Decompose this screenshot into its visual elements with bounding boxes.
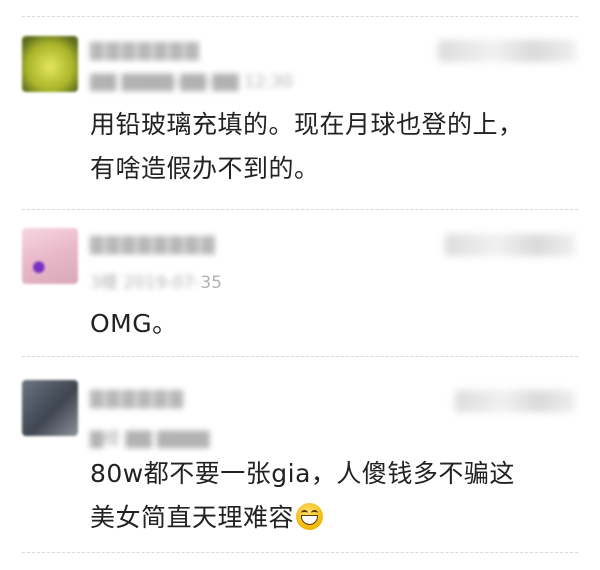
comment-divider	[22, 356, 578, 357]
comment-line: 80w都不要一张gia，人傻钱多不骗这	[90, 459, 515, 488]
comment-meta: 3楼 2019-07-35	[90, 273, 223, 293]
comment-body: 用铅玻璃充填的。现在月球也登的上， 有啥造假办不到的。	[90, 103, 578, 191]
comment-divider	[22, 552, 578, 553]
username[interactable]: ▇▇▇▇▇▇▇▇	[90, 234, 217, 255]
comment-divider	[22, 16, 578, 17]
comment-line: 有啥造假办不到的。	[90, 154, 320, 183]
user-avatar[interactable]	[22, 228, 78, 284]
user-avatar[interactable]	[22, 380, 78, 436]
comment-divider	[22, 209, 578, 210]
comment-line: 用铅玻璃充填的。现在月球也登的上，	[90, 110, 524, 139]
username[interactable]: ▇▇▇▇▇▇	[90, 388, 185, 409]
like-reply-actions[interactable]	[445, 234, 575, 256]
comment-line: OMG。	[90, 309, 178, 338]
comment-line: 美女简直天理难容	[90, 496, 578, 540]
comment-meta: ▇楼 ▇▇ ▇▇▇▇	[90, 429, 210, 449]
username[interactable]: ▇▇▇▇▇▇▇	[90, 40, 201, 61]
user-avatar[interactable]	[22, 36, 78, 92]
grinning-face-icon	[296, 503, 324, 530]
comment-meta: ▇▇ ▇▇▇▇-▇▇-▇▇ 12:30	[90, 72, 293, 92]
like-reply-actions[interactable]	[438, 40, 576, 62]
like-reply-actions[interactable]	[455, 390, 575, 412]
comment-body: 80w都不要一张gia，人傻钱多不骗这 美女简直天理难容	[90, 452, 578, 540]
comment-body: OMG。	[90, 302, 578, 346]
